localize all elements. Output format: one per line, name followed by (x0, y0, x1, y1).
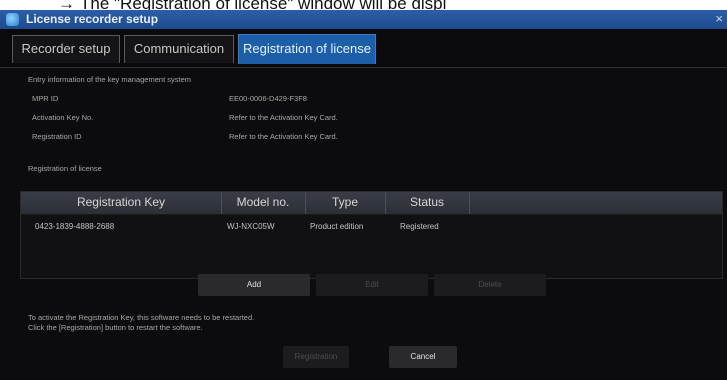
entry-info-heading: Entry information of the key management … (28, 75, 191, 84)
registration-id-label: Registration ID (32, 132, 82, 141)
registration-heading: Registration of license (28, 164, 102, 173)
registration-id-value: Refer to the Activation Key Card. (229, 132, 338, 141)
activation-key-label: Activation Key No. (32, 113, 94, 122)
cell-status: Registered (400, 222, 439, 231)
license-table: Registration Key Model no. Type Status 0… (20, 191, 723, 279)
cell-model-no: WJ-NXC05W (227, 222, 275, 231)
activation-key-value: Refer to the Activation Key Card. (229, 113, 338, 122)
mpr-id-value: EE00-0006-D429-F3F8 (229, 94, 307, 103)
instruction-caption: → The "Registration of license" window w… (0, 0, 727, 10)
title-bar: License recorder setup × (0, 10, 727, 29)
column-header-status[interactable]: Status (385, 195, 469, 209)
app-icon (6, 13, 19, 26)
tab-communication[interactable]: Communication (124, 35, 234, 63)
edit-button[interactable]: Edit (316, 274, 428, 296)
column-separator (469, 192, 470, 214)
column-header-registration-key[interactable]: Registration Key (21, 195, 221, 209)
license-setup-window: License recorder setup × Recorder setup … (0, 10, 727, 380)
restart-note-line2: Click the [Registration] button to resta… (28, 323, 203, 332)
add-button[interactable]: Add (198, 274, 310, 296)
tab-recorder-setup[interactable]: Recorder setup (12, 35, 120, 63)
column-header-model-no[interactable]: Model no. (221, 195, 305, 209)
restart-note-line1: To activate the Registration Key, this s… (28, 313, 255, 322)
caption-text: The "Registration of license" window wil… (80, 0, 447, 10)
cell-registration-key: 0423-1839-4888-2688 (35, 222, 115, 231)
window-title: License recorder setup (26, 12, 159, 26)
table-header: Registration Key Model no. Type Status (21, 192, 722, 215)
column-header-type[interactable]: Type (305, 195, 385, 209)
tab-bar: Recorder setup Communication Registratio… (0, 29, 727, 68)
delete-button[interactable]: Delete (434, 274, 546, 296)
cell-type: Product edition (310, 222, 364, 231)
arrow-icon: → (58, 0, 75, 10)
tab-registration-of-license[interactable]: Registration of license (238, 34, 376, 64)
close-button[interactable]: × (715, 11, 723, 26)
registration-button[interactable]: Registration (283, 346, 349, 368)
cancel-button[interactable]: Cancel (389, 346, 457, 368)
mpr-id-label: MPR ID (32, 94, 59, 103)
